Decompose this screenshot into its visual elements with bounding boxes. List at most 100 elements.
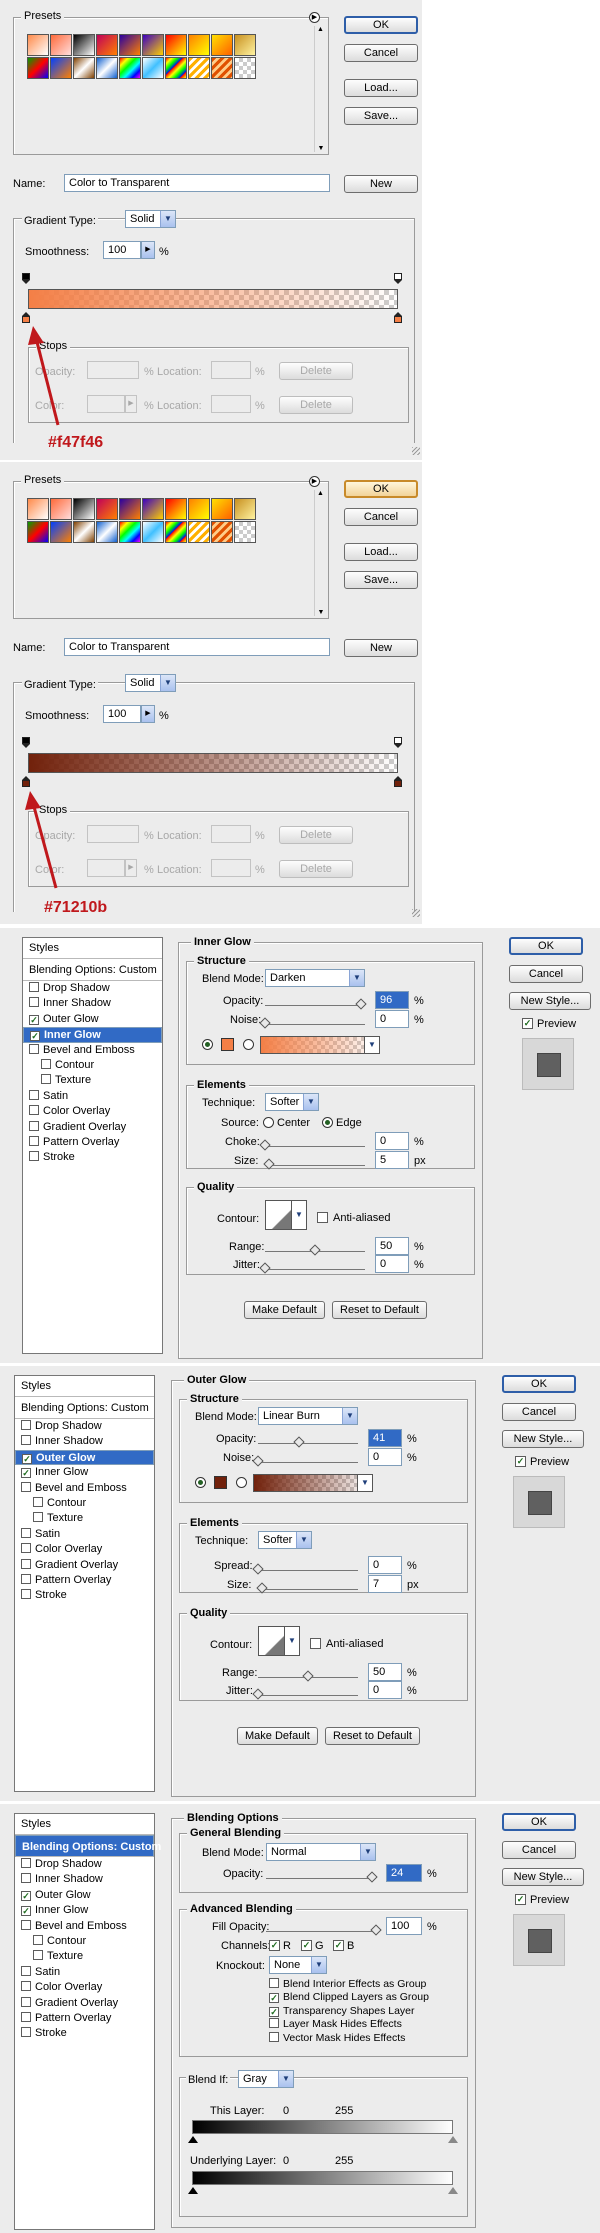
styles-item-checkbox[interactable] bbox=[21, 1919, 31, 1930]
styles-item-checkbox[interactable]: ✓ bbox=[29, 1014, 39, 1025]
styles-item-checkbox[interactable] bbox=[21, 2027, 31, 2038]
styles-item-checkbox[interactable]: ✓ bbox=[30, 1031, 40, 1042]
advanced-option-row[interactable]: Layer Mask Hides Effects bbox=[269, 2018, 429, 2031]
opacity-slider[interactable] bbox=[266, 1871, 378, 1883]
opacity-slider[interactable] bbox=[265, 998, 367, 1010]
advanced-option-checkbox[interactable] bbox=[269, 2031, 279, 2042]
jitter-input[interactable]: 0 bbox=[368, 1681, 402, 1699]
ok-button[interactable]: OK bbox=[502, 1813, 576, 1831]
slider-thumb[interactable] bbox=[293, 1436, 305, 1448]
styles-item-checkbox[interactable] bbox=[21, 1543, 31, 1554]
slider-thumb[interactable] bbox=[355, 998, 367, 1010]
advanced-option-row[interactable]: ✓ Transparency Shapes Layer bbox=[269, 2005, 429, 2018]
ok-button[interactable]: OK bbox=[502, 1375, 576, 1393]
jitter-input[interactable]: 0 bbox=[375, 1255, 409, 1273]
styles-item-gradient-overlay[interactable]: Gradient Overlay bbox=[23, 1120, 162, 1135]
size-input[interactable]: 5 bbox=[375, 1151, 409, 1169]
styles-item-checkbox[interactable] bbox=[21, 1420, 31, 1430]
advanced-option-row[interactable]: ✓ Blend Clipped Layers as Group bbox=[269, 1991, 429, 2004]
cancel-button[interactable]: Cancel bbox=[502, 1403, 576, 1421]
styles-item-satin[interactable]: Satin bbox=[15, 1965, 154, 1980]
cancel-button[interactable]: Cancel bbox=[502, 1841, 576, 1859]
styles-item-pattern-overlay[interactable]: Pattern Overlay bbox=[23, 1135, 162, 1150]
styles-item-pattern-overlay[interactable]: Pattern Overlay bbox=[15, 1573, 154, 1588]
anti-aliased-checkbox[interactable] bbox=[317, 1212, 328, 1223]
gradient-radio[interactable] bbox=[236, 1477, 247, 1488]
reset-default-button[interactable]: Reset to Default bbox=[325, 1727, 420, 1745]
anti-aliased-checkbox[interactable] bbox=[310, 1638, 321, 1649]
new-style-button[interactable]: New Style... bbox=[509, 992, 591, 1010]
styles-item-checkbox[interactable] bbox=[21, 1873, 31, 1884]
contour-picker[interactable]: ▼ bbox=[258, 1626, 300, 1656]
styles-item-checkbox[interactable] bbox=[21, 1527, 31, 1538]
source-center-radio[interactable] bbox=[263, 1117, 274, 1128]
styles-item-drop-shadow[interactable]: Drop Shadow bbox=[23, 981, 162, 996]
advanced-option-checkbox[interactable] bbox=[269, 2018, 279, 2029]
opacity-input[interactable]: 96 bbox=[375, 991, 409, 1009]
styles-item-checkbox[interactable] bbox=[29, 1135, 39, 1146]
styles-item-checkbox[interactable] bbox=[33, 1950, 43, 1961]
blend-mode-select[interactable]: Darken ▼ bbox=[265, 969, 365, 987]
styles-item-texture[interactable]: Texture bbox=[23, 1073, 162, 1088]
slider-thumb[interactable] bbox=[259, 1139, 271, 1151]
new-style-button[interactable]: New Style... bbox=[502, 1430, 584, 1448]
range-slider[interactable] bbox=[258, 1670, 358, 1682]
slider-thumb[interactable] bbox=[302, 1670, 314, 1682]
slider-thumb[interactable] bbox=[309, 1244, 321, 1256]
styles-item-inner-shadow[interactable]: Inner Shadow bbox=[23, 996, 162, 1011]
opacity-input[interactable]: 24 bbox=[386, 1864, 422, 1882]
styles-item-bevel-and-emboss[interactable]: Bevel and Emboss bbox=[15, 1481, 154, 1496]
styles-item-checkbox[interactable] bbox=[29, 997, 39, 1008]
advanced-option-checkbox[interactable]: ✓ bbox=[269, 1993, 279, 2004]
contour-picker[interactable]: ▼ bbox=[265, 1200, 307, 1230]
range-input[interactable]: 50 bbox=[375, 1237, 409, 1255]
jitter-slider[interactable] bbox=[252, 1688, 358, 1700]
blending-options-item[interactable]: Blending Options: Custom bbox=[15, 1835, 161, 1857]
this-layer-white-slider[interactable] bbox=[448, 2136, 458, 2143]
opacity-input[interactable]: 41 bbox=[368, 1429, 402, 1447]
styles-title[interactable]: Styles bbox=[15, 1814, 154, 1835]
styles-title[interactable]: Styles bbox=[23, 938, 162, 959]
styles-item-checkbox[interactable] bbox=[21, 1558, 31, 1569]
styles-item-checkbox[interactable] bbox=[33, 1512, 43, 1523]
styles-item-contour[interactable]: Contour bbox=[23, 1058, 162, 1073]
styles-item-checkbox[interactable] bbox=[33, 1496, 43, 1507]
make-default-button[interactable]: Make Default bbox=[237, 1727, 318, 1745]
styles-item-pattern-overlay[interactable]: Pattern Overlay bbox=[15, 2011, 154, 2026]
styles-item-color-overlay[interactable]: Color Overlay bbox=[23, 1104, 162, 1119]
range-input[interactable]: 50 bbox=[368, 1663, 402, 1681]
advanced-option-row[interactable]: Blend Interior Effects as Group bbox=[269, 1978, 429, 1991]
glow-color-swatch[interactable] bbox=[221, 1038, 234, 1051]
spread-input[interactable]: 0 bbox=[368, 1556, 402, 1574]
styles-item-checkbox[interactable] bbox=[29, 1089, 39, 1100]
styles-item-stroke[interactable]: Stroke bbox=[23, 1150, 162, 1165]
styles-item-checkbox[interactable]: ✓ bbox=[21, 1906, 31, 1917]
styles-title[interactable]: Styles bbox=[15, 1376, 154, 1397]
underlying-layer-gradient[interactable] bbox=[192, 2171, 453, 2185]
noise-input[interactable]: 0 bbox=[368, 1448, 402, 1466]
size-input[interactable]: 7 bbox=[368, 1575, 402, 1593]
slider-thumb[interactable] bbox=[252, 1563, 264, 1575]
styles-item-inner-shadow[interactable]: Inner Shadow bbox=[15, 1872, 154, 1887]
styles-item-inner-glow[interactable]: ✓ Inner Glow bbox=[15, 1465, 154, 1480]
advanced-option-checkbox[interactable] bbox=[269, 1978, 279, 1988]
preview-checkbox[interactable]: ✓ bbox=[522, 1018, 533, 1029]
styles-item-checkbox[interactable] bbox=[21, 1589, 31, 1600]
styles-item-checkbox[interactable] bbox=[21, 1981, 31, 1992]
styles-item-color-overlay[interactable]: Color Overlay bbox=[15, 1542, 154, 1557]
styles-item-gradient-overlay[interactable]: Gradient Overlay bbox=[15, 1996, 154, 2011]
jitter-slider[interactable] bbox=[259, 1262, 365, 1274]
blending-options-item[interactable]: Blending Options: Custom bbox=[15, 1397, 154, 1419]
styles-item-bevel-and-emboss[interactable]: Bevel and Emboss bbox=[23, 1043, 162, 1058]
styles-item-checkbox[interactable] bbox=[41, 1058, 51, 1069]
channel-r-checkbox[interactable]: ✓ bbox=[269, 1940, 280, 1951]
knockout-select[interactable]: None ▼ bbox=[269, 1956, 327, 1974]
styles-item-texture[interactable]: Texture bbox=[15, 1949, 154, 1964]
ok-button[interactable]: OK bbox=[509, 937, 583, 955]
styles-item-drop-shadow[interactable]: Drop Shadow bbox=[15, 1419, 154, 1434]
solid-color-radio[interactable] bbox=[195, 1477, 206, 1488]
styles-item-contour[interactable]: Contour bbox=[15, 1496, 154, 1511]
glow-gradient-picker[interactable]: ▼ bbox=[260, 1036, 380, 1054]
styles-item-checkbox[interactable] bbox=[21, 1996, 31, 2007]
styles-item-checkbox[interactable] bbox=[29, 1120, 39, 1131]
